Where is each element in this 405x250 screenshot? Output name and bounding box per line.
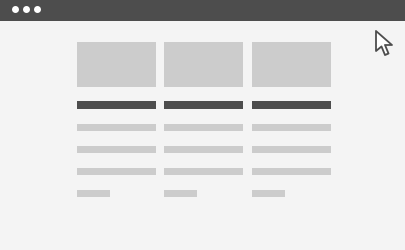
window-dot-icon bbox=[12, 6, 19, 13]
mouse-pointer-icon bbox=[375, 30, 393, 56]
text-line-placeholder bbox=[164, 190, 197, 197]
text-line-placeholder bbox=[164, 168, 243, 175]
text-line-placeholder bbox=[77, 190, 110, 197]
text-line-placeholder bbox=[77, 168, 156, 175]
image-placeholder bbox=[77, 42, 156, 87]
content-card bbox=[252, 42, 331, 202]
content-card bbox=[77, 42, 156, 202]
text-line-placeholder bbox=[252, 168, 331, 175]
text-line-placeholder bbox=[164, 124, 243, 131]
text-line-placeholder bbox=[164, 146, 243, 153]
text-line-placeholder bbox=[252, 190, 285, 197]
window-dot-icon bbox=[34, 6, 41, 13]
window-dot-icon bbox=[23, 6, 30, 13]
heading-placeholder bbox=[164, 101, 243, 109]
page-content bbox=[0, 21, 405, 250]
heading-placeholder bbox=[252, 101, 331, 109]
text-line-placeholder bbox=[252, 124, 331, 131]
text-line-placeholder bbox=[252, 146, 331, 153]
heading-placeholder bbox=[77, 101, 156, 109]
text-line-placeholder bbox=[77, 124, 156, 131]
content-card bbox=[164, 42, 243, 202]
image-placeholder bbox=[164, 42, 243, 87]
text-line-placeholder bbox=[77, 146, 156, 153]
image-placeholder bbox=[252, 42, 331, 87]
window-titlebar bbox=[0, 0, 405, 21]
